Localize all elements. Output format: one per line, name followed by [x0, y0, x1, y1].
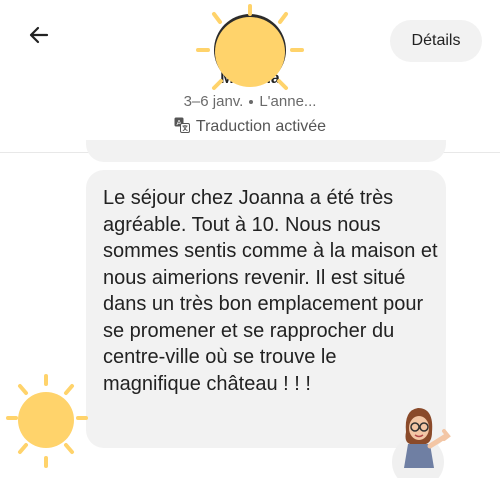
previous-message-bubble: [86, 140, 446, 162]
guest-avatar-icon[interactable]: [388, 398, 458, 478]
back-button[interactable]: [26, 22, 52, 48]
translate-icon: A: [174, 117, 190, 133]
separator-dot: [249, 100, 254, 105]
message-text: Le séjour chez Joanna a été très agréabl…: [103, 187, 438, 395]
arrow-left-icon: [29, 26, 49, 44]
sun-sticker-icon: [196, 4, 304, 90]
translation-status-label: Traduction activée: [195, 118, 327, 135]
sun-sticker-icon: [6, 374, 88, 468]
translation-status[interactable]: A Traduction activée: [0, 117, 500, 136]
details-button[interactable]: Détails: [390, 20, 482, 62]
